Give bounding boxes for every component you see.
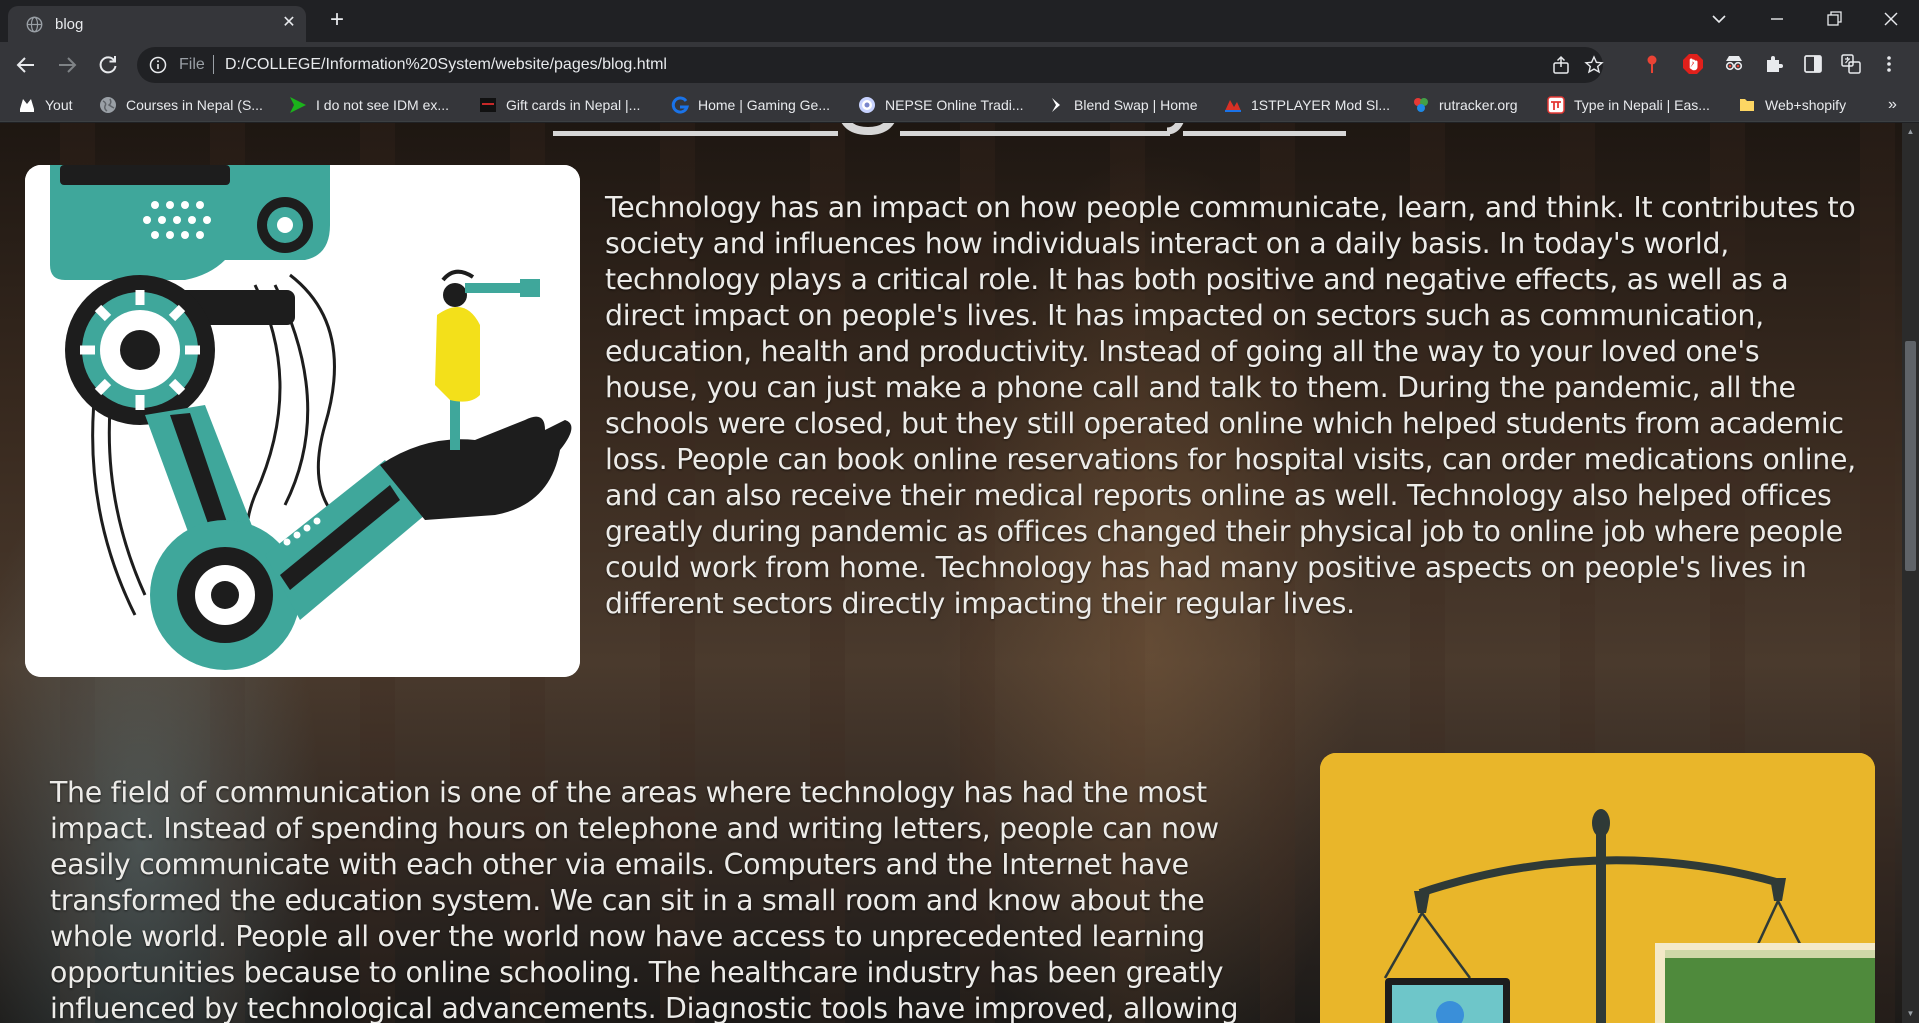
- close-tab-icon[interactable]: ✕: [280, 14, 298, 32]
- pin-extension-icon[interactable]: [1641, 53, 1663, 75]
- bookmark-type-in-nepali[interactable]: Type in Nepali | Eas...: [1547, 94, 1710, 116]
- tab-search-icon[interactable]: [1699, 4, 1739, 34]
- bookmark-nepse[interactable]: NEPSE Online Tradi...: [858, 94, 1024, 116]
- blog-paragraph-2: The field of communication is one of the…: [50, 776, 1239, 1023]
- green-arrow-icon: [290, 97, 306, 113]
- bookmark-blendswap[interactable]: Blend Swap | Home: [1047, 94, 1197, 116]
- balance-scale-image: [1320, 753, 1875, 1023]
- bookmark-youtube[interactable]: Yout: [18, 94, 73, 116]
- translate-icon[interactable]: [1840, 53, 1862, 75]
- globe-icon: [100, 97, 116, 113]
- bookmark-gift-cards[interactable]: Gift cards in Nepal |...: [479, 94, 640, 116]
- reload-icon[interactable]: [96, 53, 120, 77]
- menu-kebab-icon[interactable]: [1878, 53, 1900, 75]
- new-tab-icon[interactable]: +: [325, 8, 349, 33]
- tab-blog[interactable]: blog ✕: [8, 6, 306, 42]
- globe-icon: [26, 16, 43, 33]
- blog-paragraph-1: Technology has an impact on how people c…: [605, 191, 1856, 620]
- tab-strip: blog ✕ +: [0, 0, 1919, 42]
- gaming-icon: [671, 96, 689, 114]
- nepse-icon: [859, 97, 875, 113]
- bookmark-star-icon[interactable]: [1584, 55, 1604, 75]
- blendswap-icon: [1052, 98, 1060, 112]
- scroll-up-icon[interactable]: ▲: [1906, 127, 1915, 136]
- heading-descender-y: [1166, 123, 1184, 135]
- side-panel-icon[interactable]: [1802, 53, 1824, 75]
- address-bar[interactable]: File D:/COLLEGE/Information%20System/web…: [137, 47, 1604, 83]
- bookmark-rutracker[interactable]: rutracker.org: [1412, 94, 1518, 116]
- bookmarks-overflow-button[interactable]: »: [1888, 94, 1897, 116]
- heading-underline-right: [1183, 131, 1346, 136]
- back-icon[interactable]: [14, 53, 38, 77]
- tab-title: blog: [55, 16, 84, 33]
- heading-underline-left: [553, 131, 838, 136]
- url-scheme-label: File: [179, 56, 205, 73]
- forward-icon[interactable]: [55, 53, 79, 77]
- folder-icon: [1740, 99, 1754, 111]
- nepali-icon: [1547, 96, 1565, 114]
- bookmark-courses-in-nepal[interactable]: Courses in Nepal (S...: [99, 94, 263, 116]
- minimize-icon[interactable]: [1757, 4, 1797, 34]
- bookmark-gaming[interactable]: Home | Gaming Ge...: [671, 94, 830, 116]
- heading-descender-g: [841, 123, 895, 136]
- url-separator: [213, 55, 214, 74]
- scroll-down-icon[interactable]: ▼: [1906, 1009, 1915, 1018]
- youtube-icon: [20, 99, 34, 112]
- bookmark-folder-web-shopify[interactable]: Web+shopify: [1738, 94, 1846, 116]
- restore-icon[interactable]: [1814, 4, 1854, 34]
- rutracker-icon: [1414, 98, 1428, 112]
- bookmark-1stplayer[interactable]: 1STPLAYER Mod Sl...: [1224, 94, 1390, 116]
- url-text[interactable]: D:/COLLEGE/Information%20System/website/…: [225, 56, 667, 74]
- extensions-puzzle-icon[interactable]: [1763, 53, 1785, 75]
- scrollbar-thumb[interactable]: [1905, 341, 1916, 571]
- info-icon[interactable]: [149, 56, 167, 74]
- robotic-arm-image: [25, 165, 580, 677]
- 1stplayer-icon: [1225, 100, 1241, 112]
- bookmarks-bar: Yout Courses in Nepal (S... I do not see…: [0, 88, 1919, 122]
- giftcard-icon: [480, 98, 496, 112]
- page-viewport: Technology has an impact on how people c…: [0, 123, 1902, 1023]
- share-icon[interactable]: [1551, 55, 1571, 75]
- close-window-icon[interactable]: [1871, 4, 1911, 34]
- bookmark-idm[interactable]: I do not see IDM ex...: [289, 94, 449, 116]
- adblock-icon[interactable]: [1682, 53, 1704, 75]
- spy-extension-icon[interactable]: [1723, 53, 1745, 75]
- page-scrollbar[interactable]: ▲ ▼: [1902, 123, 1919, 1023]
- browser-toolbar: File D:/COLLEGE/Information%20System/web…: [0, 42, 1919, 88]
- heading-underline-middle: [900, 131, 1170, 136]
